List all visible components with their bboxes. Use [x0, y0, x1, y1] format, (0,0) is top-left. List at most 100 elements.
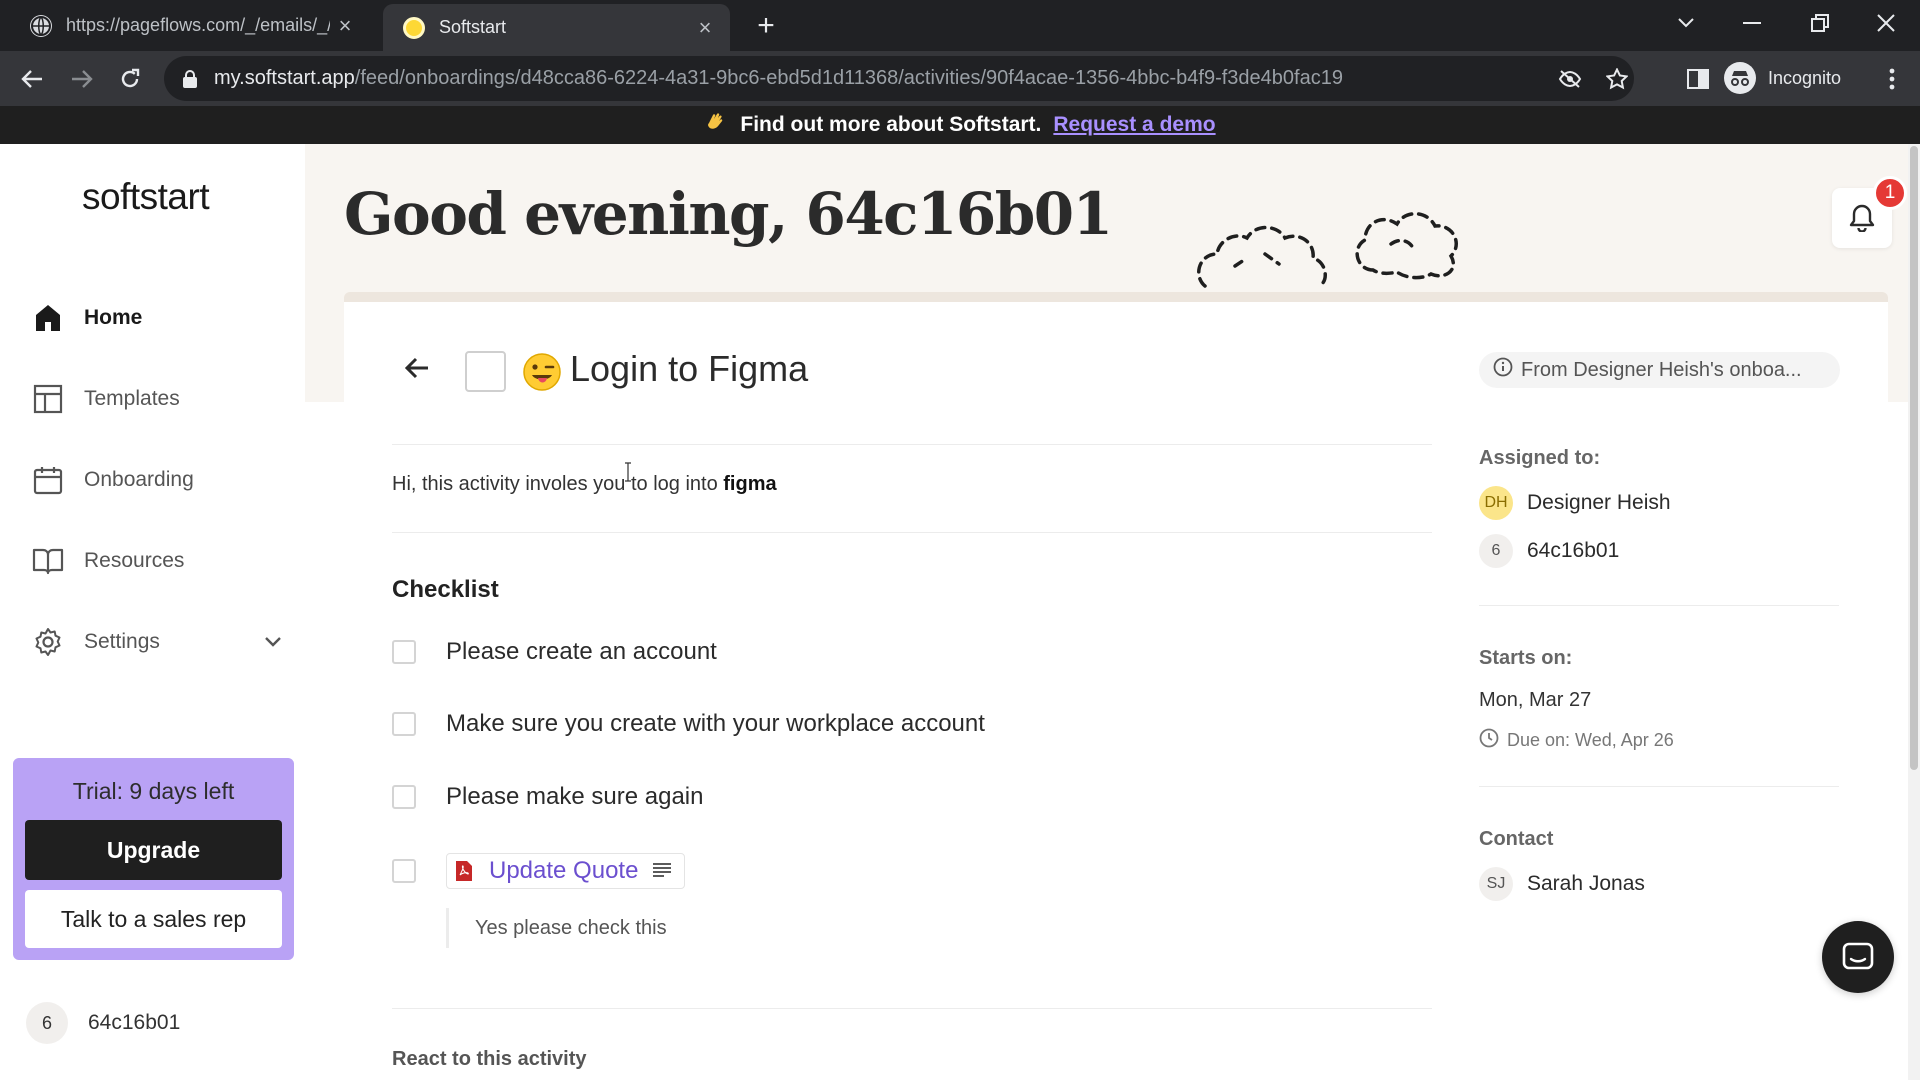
- scrollbar-thumb[interactable]: [1910, 146, 1918, 770]
- page-title: Good evening, 64c16b01: [344, 180, 1113, 248]
- assignee[interactable]: 6 64c16b01: [1479, 533, 1619, 569]
- checklist-checkbox[interactable]: [392, 859, 416, 883]
- side-panel-icon[interactable]: [1678, 59, 1718, 99]
- avatar: 6: [1479, 534, 1513, 568]
- divider: [1479, 605, 1839, 606]
- tab-title: Softstart: [439, 17, 507, 37]
- activity-title: Login to Figma: [570, 348, 809, 389]
- browser-tab-pageflows[interactable]: https://pageflows.com/_/emails/_/ ×: [0, 0, 370, 51]
- due-date-text: Due on: Wed, Apr 26: [1507, 730, 1674, 750]
- checklist-item[interactable]: Please create an account: [392, 636, 717, 668]
- text-lines-icon: [652, 857, 672, 885]
- pdf-file-icon: [456, 861, 472, 881]
- divider: [392, 1008, 1432, 1009]
- sidebar-item-resources[interactable]: Resources: [32, 539, 282, 583]
- contact-person[interactable]: SJ Sarah Jonas: [1479, 866, 1645, 902]
- forward-icon[interactable]: [62, 59, 102, 99]
- current-user[interactable]: 6 64c16b01: [26, 1002, 180, 1044]
- trial-card: Trial: 9 days left Upgrade Talk to a sal…: [13, 758, 294, 960]
- avatar: SJ: [1479, 867, 1513, 901]
- reload-icon[interactable]: [110, 59, 150, 99]
- close-window-icon[interactable]: [1852, 0, 1920, 46]
- activity-card: [344, 292, 1888, 1080]
- gear-icon: [32, 626, 64, 658]
- softstart-logo[interactable]: softstart: [82, 176, 210, 218]
- sidebar-item-templates[interactable]: Templates: [32, 377, 282, 421]
- checklist-checkbox[interactable]: [392, 785, 416, 809]
- sidebar-item-label: Templates: [84, 387, 180, 410]
- minimize-icon[interactable]: [1718, 0, 1786, 46]
- chevron-down-icon[interactable]: [264, 630, 282, 654]
- checklist-title: Checklist: [392, 576, 499, 603]
- waving-hand-icon: [704, 111, 726, 139]
- calendar-icon: [32, 464, 64, 496]
- back-icon[interactable]: [12, 59, 52, 99]
- checklist-item-label: Please create an account: [446, 638, 717, 665]
- url-text: my.softstart.app/feed/onboardings/d48cca…: [214, 67, 1343, 89]
- file-attachment-chip[interactable]: Update Quote: [446, 853, 686, 889]
- new-tab-icon[interactable]: +: [748, 8, 784, 44]
- activity-description: Hi, this activity involes you to log int…: [392, 473, 777, 495]
- react-section-title: React to this activity: [392, 1048, 587, 1070]
- close-icon[interactable]: ×: [330, 13, 360, 39]
- chat-launcher-button[interactable]: [1822, 921, 1894, 993]
- assignee-name: 64c16b01: [1527, 539, 1620, 562]
- contact-name: Sarah Jonas: [1527, 872, 1645, 895]
- tab-title: https://pageflows.com/_/emails/_/: [66, 15, 330, 35]
- sidebar-item-label: Settings: [84, 630, 160, 653]
- file-name-link[interactable]: Update Quote: [489, 857, 638, 885]
- bell-icon: [1849, 204, 1875, 232]
- source-onboarding-text: From Designer Heish's onboa...: [1521, 358, 1802, 381]
- address-bar[interactable]: my.softstart.app/feed/onboardings/d48cca…: [164, 56, 1634, 101]
- checklist-item-file[interactable]: Update Quote: [392, 852, 686, 890]
- incognito-profile[interactable]: Incognito: [1724, 57, 1841, 99]
- checklist-checkbox[interactable]: [392, 640, 416, 664]
- checklist-item-label: Please make sure again: [446, 783, 704, 810]
- checklist-item[interactable]: Make sure you create with your workplace…: [392, 708, 985, 740]
- eye-off-icon[interactable]: [1550, 56, 1590, 101]
- assignee-name: Designer Heish: [1527, 491, 1671, 514]
- clouds-illustration: [1197, 212, 1458, 288]
- start-date: Mon, Mar 27: [1479, 689, 1592, 711]
- sidebar-item-onboarding[interactable]: Onboarding: [32, 458, 282, 502]
- checklist-checkbox[interactable]: [392, 712, 416, 736]
- checklist-item[interactable]: Please make sure again: [392, 781, 703, 813]
- upgrade-button[interactable]: Upgrade: [25, 820, 282, 880]
- assignee[interactable]: DH Designer Heish: [1479, 485, 1671, 521]
- back-arrow-icon[interactable]: [398, 350, 434, 386]
- templates-icon: [32, 383, 64, 415]
- browser-tab-softstart[interactable]: Softstart ×: [383, 4, 730, 51]
- avatar: DH: [1479, 486, 1513, 520]
- divider: [1479, 786, 1839, 787]
- tab-search-chevron-icon[interactable]: [1652, 0, 1720, 46]
- source-onboarding-pill[interactable]: From Designer Heish's onboa...: [1479, 352, 1840, 388]
- talk-to-sales-button[interactable]: Talk to a sales rep: [25, 890, 282, 948]
- restore-icon[interactable]: [1786, 0, 1854, 46]
- trial-days-left: Trial: 9 days left: [72, 778, 235, 804]
- home-icon: [32, 302, 64, 334]
- request-demo-link[interactable]: Request a demo: [1053, 113, 1215, 137]
- sidebar-item-label: Home: [84, 306, 143, 329]
- due-date: Due on: Wed, Apr 26: [1479, 728, 1674, 753]
- divider: [392, 444, 1432, 445]
- incognito-icon: [1724, 62, 1756, 94]
- close-icon[interactable]: ×: [690, 15, 720, 41]
- avatar: 6: [26, 1002, 68, 1044]
- checklist-item-label: Make sure you create with your workplace…: [446, 710, 985, 737]
- sidebar-item-home[interactable]: Home: [32, 296, 282, 340]
- contact-label: Contact: [1479, 828, 1554, 850]
- lock-icon: [183, 69, 197, 88]
- activity-complete-checkbox[interactable]: [465, 351, 506, 392]
- browser-toolbar: my.softstart.app/feed/onboardings/d48cca…: [0, 51, 1920, 106]
- sidebar-item-label: Resources: [84, 549, 185, 572]
- sidebar-item-label: Onboarding: [84, 468, 194, 491]
- text-cursor-icon: [625, 462, 631, 482]
- sidebar: softstart Home Templates Onboarding Reso…: [0, 144, 305, 1080]
- promo-banner: Find out more about Softstart. Request a…: [0, 106, 1920, 144]
- browser-tab-bar: https://pageflows.com/_/emails/_/ × Soft…: [0, 0, 1920, 51]
- star-icon[interactable]: [1597, 56, 1637, 101]
- sidebar-item-settings[interactable]: Settings: [32, 620, 282, 664]
- kebab-menu-icon[interactable]: [1872, 59, 1912, 99]
- book-icon: [32, 545, 64, 577]
- chat-icon: [1842, 942, 1874, 970]
